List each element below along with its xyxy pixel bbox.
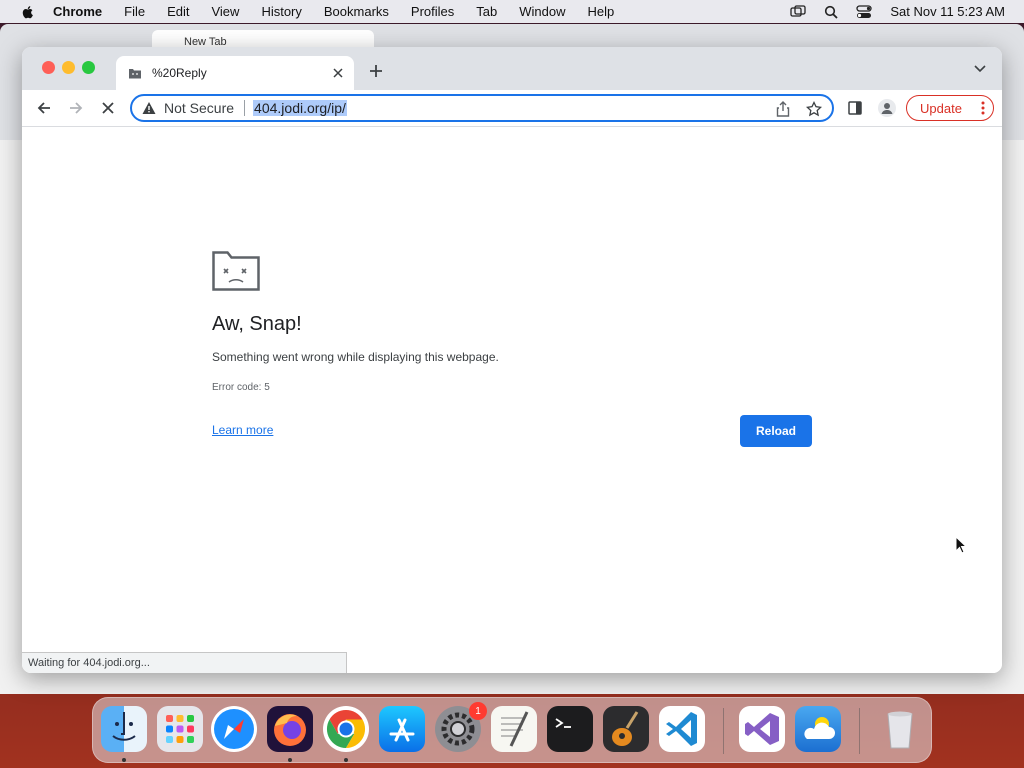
- dock-separator: [723, 708, 724, 754]
- reload-button[interactable]: Reload: [740, 415, 812, 447]
- launchpad-icon[interactable]: [157, 706, 203, 752]
- forward-arrow-icon[interactable]: [68, 100, 84, 116]
- menu-view[interactable]: View: [211, 4, 239, 19]
- stop-loading-icon[interactable]: [100, 100, 116, 116]
- dock-separator-trash: [859, 708, 860, 754]
- tab-title: %20Reply: [152, 66, 207, 80]
- chrome-running-dot: [344, 758, 348, 762]
- menu-file[interactable]: File: [124, 4, 145, 19]
- apple-menu-icon[interactable]: [19, 4, 37, 20]
- menu-chrome[interactable]: Chrome: [53, 4, 102, 19]
- share-icon[interactable]: [776, 101, 790, 117]
- chrome-icon[interactable]: [323, 706, 369, 752]
- menu-profiles[interactable]: Profiles: [411, 4, 454, 19]
- textedit-icon[interactable]: [491, 706, 537, 752]
- crashed-page-favicon-icon: [129, 69, 141, 79]
- menu-window[interactable]: Window: [519, 4, 565, 19]
- error-title: Aw, Snap!: [212, 313, 302, 335]
- new-tab-plus-icon[interactable]: [368, 63, 384, 79]
- window-zoom-button[interactable]: [82, 61, 95, 74]
- not-secure-warning-icon[interactable]: [142, 101, 156, 115]
- address-bar[interactable]: Not Secure 404.jodi.org/ip/: [130, 94, 834, 122]
- terminal-icon[interactable]: [547, 706, 593, 752]
- update-label: Update: [920, 100, 962, 116]
- menu-tab[interactable]: Tab: [476, 4, 497, 19]
- tab-close-icon[interactable]: [330, 65, 346, 81]
- mouse-cursor-icon: [955, 536, 967, 554]
- menu-bar: Chrome File Edit View History Bookmarks …: [0, 0, 1024, 23]
- back-arrow-icon[interactable]: [36, 100, 52, 116]
- learn-more-link[interactable]: Learn more: [212, 423, 273, 437]
- menubar-clock[interactable]: Sat Nov 11 5:23 AM: [890, 4, 1005, 19]
- menu-help[interactable]: Help: [588, 4, 615, 19]
- update-chrome-button[interactable]: Update: [906, 95, 994, 121]
- bookmark-star-icon[interactable]: [806, 101, 822, 117]
- active-tab[interactable]: %20Reply: [116, 56, 354, 90]
- error-message: Something went wrong while displaying th…: [212, 350, 499, 364]
- browser-window: %20Reply Not Secure 404.jodi.org/ip/ Upd…: [22, 47, 1002, 673]
- page-content: Aw, Snap! Something went wrong while dis…: [22, 127, 1002, 673]
- safari-icon[interactable]: [211, 706, 257, 752]
- visual-studio-icon[interactable]: [739, 706, 785, 752]
- omnibox-divider: [244, 100, 246, 116]
- firefox-running-dot: [288, 758, 292, 762]
- side-panel-icon[interactable]: [848, 101, 862, 115]
- trash-icon[interactable]: [877, 706, 923, 752]
- vscode-icon[interactable]: [659, 706, 705, 752]
- menu-edit[interactable]: Edit: [167, 4, 189, 19]
- dock: 1: [92, 697, 932, 763]
- profile-avatar-icon[interactable]: [878, 99, 896, 117]
- finder-icon[interactable]: [101, 706, 147, 752]
- error-code: Error code: 5: [212, 382, 270, 393]
- control-center-icon[interactable]: [856, 4, 872, 19]
- finder-running-dot: [122, 758, 126, 762]
- tab-strip: %20Reply: [22, 47, 1002, 90]
- status-bubble: Waiting for 404.jodi.org...: [22, 652, 347, 673]
- settings-notification-badge: 1: [469, 702, 487, 720]
- screen-mirroring-icon[interactable]: [790, 4, 806, 19]
- spotlight-search-icon[interactable]: [824, 5, 838, 19]
- security-status-label[interactable]: Not Secure: [164, 100, 234, 116]
- window-minimize-button[interactable]: [62, 61, 75, 74]
- menu-bookmarks[interactable]: Bookmarks: [324, 4, 389, 19]
- sad-folder-icon: [212, 251, 260, 291]
- url-text[interactable]: 404.jodi.org/ip/: [253, 100, 347, 116]
- firefox-icon[interactable]: [267, 706, 313, 752]
- more-options-kebab-icon[interactable]: [981, 101, 985, 115]
- weather-icon[interactable]: [795, 706, 841, 752]
- tab-search-chevron-icon[interactable]: [974, 65, 986, 73]
- app-store-icon[interactable]: [379, 706, 425, 752]
- window-close-button[interactable]: [42, 61, 55, 74]
- garageband-icon[interactable]: [603, 706, 649, 752]
- menu-history[interactable]: History: [261, 4, 301, 19]
- browser-toolbar: Not Secure 404.jodi.org/ip/ Update: [22, 90, 1002, 127]
